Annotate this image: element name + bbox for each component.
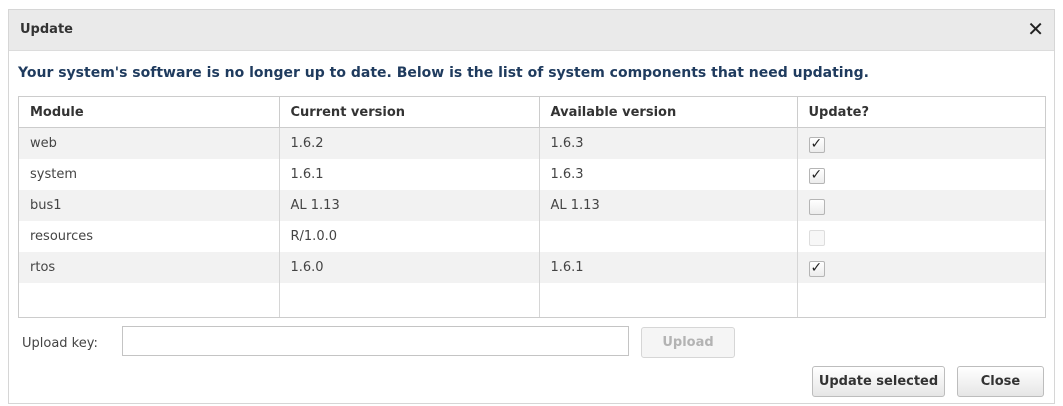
cell-current-version: R/1.0.0: [278, 221, 539, 252]
column-header-current-version: Current version: [278, 97, 539, 128]
cell-current-version: 1.6.2: [278, 127, 539, 159]
update-dialog: Update ✕ Your system's software is no lo…: [8, 9, 1055, 404]
update-checkbox-bus1[interactable]: [808, 198, 825, 215]
dialog-titlebar: Update ✕: [9, 10, 1054, 51]
empty-row: [19, 283, 1045, 317]
cell-current-version: AL 1.13: [278, 190, 539, 221]
cell-available-version: 1.6.3: [538, 159, 797, 190]
cell-module: bus1: [19, 190, 279, 221]
upload-key-input[interactable]: [122, 326, 629, 356]
update-checkbox-web[interactable]: [808, 136, 825, 153]
column-header-update: Update?: [796, 97, 1045, 128]
table-row: web 1.6.2 1.6.3: [19, 127, 1045, 159]
close-icon[interactable]: ✕: [1027, 18, 1044, 40]
update-checkbox-system[interactable]: [808, 167, 825, 184]
cell-current-version: 1.6.1: [278, 159, 539, 190]
column-header-available-version: Available version: [538, 97, 797, 128]
update-checkbox-resources: [808, 229, 825, 246]
table-header-row: Module Current version Available version…: [19, 97, 1045, 128]
cell-module: web: [19, 127, 279, 159]
cell-module: system: [19, 159, 279, 190]
update-message: Your system's software is no longer up t…: [18, 65, 869, 81]
table-row: rtos 1.6.0 1.6.1: [19, 252, 1045, 283]
cell-available-version: [538, 221, 797, 252]
upload-button[interactable]: Upload: [641, 327, 735, 358]
dialog-title: Update: [20, 22, 73, 37]
components-table: Module Current version Available version…: [18, 96, 1046, 318]
close-button[interactable]: Close: [957, 366, 1044, 397]
cell-available-version: AL 1.13: [538, 190, 797, 221]
cell-available-version: 1.6.1: [538, 252, 797, 283]
update-selected-button[interactable]: Update selected: [812, 366, 945, 397]
cell-available-version: 1.6.3: [538, 127, 797, 159]
table-row: system 1.6.1 1.6.3: [19, 159, 1045, 190]
column-header-module: Module: [19, 97, 279, 128]
cell-module: rtos: [19, 252, 279, 283]
upload-key-label: Upload key:: [22, 336, 98, 351]
cell-current-version: 1.6.0: [278, 252, 539, 283]
table-row: bus1 AL 1.13 AL 1.13: [19, 190, 1045, 221]
update-checkbox-rtos[interactable]: [808, 260, 825, 277]
table-row: resources R/1.0.0: [19, 221, 1045, 252]
cell-module: resources: [19, 221, 279, 252]
